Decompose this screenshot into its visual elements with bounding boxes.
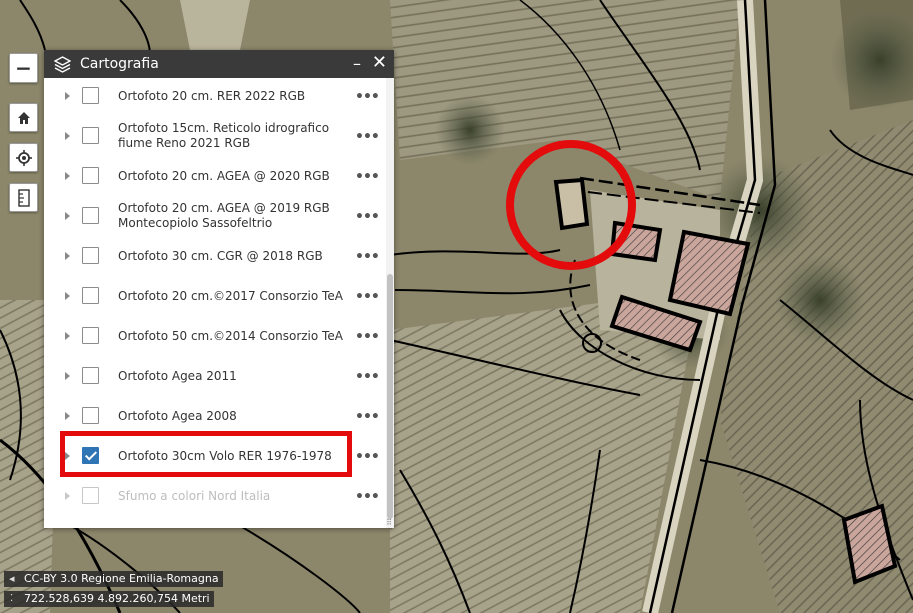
attribution-bar: ◂ CC-BY 3.0 Regione Emilia-Romagna xyxy=(4,571,223,587)
layer-checkbox[interactable] xyxy=(82,87,99,104)
layer-row[interactable]: Ortofoto 50 cm.©2014 Consorzio TeA ••• xyxy=(44,316,386,356)
layer-label: Ortofoto Agea 2011 xyxy=(118,369,237,383)
expand-caret-icon[interactable] xyxy=(65,132,70,140)
layer-options-icon[interactable]: ••• xyxy=(355,289,380,305)
layer-options-icon[interactable]: ••• xyxy=(355,369,380,385)
layer-row[interactable]: Ortofoto 30 cm. CGR @ 2018 RGB ••• xyxy=(44,236,386,276)
layer-row[interactable]: Ortofoto 20 cm.©2017 Consorzio TeA ••• xyxy=(44,276,386,316)
resize-grip-icon[interactable]: ⠿ xyxy=(386,518,392,527)
measure-icon xyxy=(17,188,30,207)
highlight-box-annotation xyxy=(60,431,352,477)
layer-options-icon[interactable]: ••• xyxy=(355,249,380,265)
locate-button[interactable] xyxy=(9,143,38,172)
layer-label: Ortofoto 20 cm. AGEA @ 2020 RGB xyxy=(118,169,330,183)
expand-caret-icon[interactable] xyxy=(65,332,70,340)
layer-label: Ortofoto Agea 2008 xyxy=(118,409,237,423)
layer-label: Ortofoto 15cm. Reticolo idrografico fium… xyxy=(118,121,330,150)
scrollbar[interactable] xyxy=(386,78,394,528)
layer-options-icon[interactable]: ••• xyxy=(355,89,380,105)
layer-checkbox[interactable] xyxy=(82,327,99,344)
layer-label: Ortofoto 20 cm.©2017 Consorzio TeA xyxy=(118,289,343,303)
layer-checkbox[interactable] xyxy=(82,407,99,424)
attribution-text: CC-BY 3.0 Regione Emilia-Romagna xyxy=(24,572,219,585)
layer-row[interactable]: Ortofoto 20 cm. AGEA @ 2020 RGB ••• xyxy=(44,156,386,196)
layer-label: Ortofoto 20 cm. AGEA @ 2019 RGB Montecop… xyxy=(118,201,330,230)
layer-checkbox[interactable] xyxy=(82,247,99,264)
home-button[interactable] xyxy=(9,103,38,132)
layer-options-icon[interactable]: ••• xyxy=(355,409,380,425)
layer-options-icon[interactable]: ••• xyxy=(355,489,380,505)
attribution-toggle-icon[interactable]: ◂ xyxy=(9,571,15,587)
expand-caret-icon[interactable] xyxy=(65,292,70,300)
layer-row[interactable]: Ortofoto 20 cm. AGEA @ 2019 RGB Montecop… xyxy=(44,196,386,236)
panel-title: Cartografia xyxy=(80,56,159,72)
locate-icon xyxy=(15,149,32,166)
layer-checkbox[interactable] xyxy=(82,167,99,184)
layer-options-icon[interactable]: ••• xyxy=(355,209,380,225)
layer-checkbox[interactable] xyxy=(82,367,99,384)
coordinates-text: 722.528,639 4.892.260,754 Metri xyxy=(24,592,210,605)
layer-row[interactable]: Ortofoto Agea 2011 ••• xyxy=(44,356,386,396)
layer-row[interactable]: Sfumo a colori Nord Italia ••• xyxy=(44,476,386,516)
layer-row[interactable]: Ortofoto 15cm. Reticolo idrografico fium… xyxy=(44,116,386,156)
layer-label: Ortofoto 50 cm.©2014 Consorzio TeA xyxy=(118,329,343,343)
expand-caret-icon[interactable] xyxy=(65,172,70,180)
layer-checkbox[interactable] xyxy=(82,487,99,504)
expand-caret-icon[interactable] xyxy=(65,372,70,380)
expand-caret-icon[interactable] xyxy=(65,212,70,220)
layer-checkbox[interactable] xyxy=(82,127,99,144)
layer-label: Ortofoto 20 cm. RER 2022 RGB xyxy=(118,89,306,103)
coordinates-bar: ⁚ 722.528,639 4.892.260,754 Metri xyxy=(4,591,214,607)
expand-caret-icon[interactable] xyxy=(65,92,70,100)
layer-label: Sfumo a colori Nord Italia xyxy=(118,489,271,503)
layer-options-icon[interactable]: ••• xyxy=(355,329,380,345)
home-icon xyxy=(17,111,30,124)
layer-label: Ortofoto 30 cm. CGR @ 2018 RGB xyxy=(118,249,323,263)
expand-caret-icon[interactable] xyxy=(65,492,70,500)
layer-options-icon[interactable]: ••• xyxy=(355,129,380,145)
expand-caret-icon[interactable] xyxy=(65,252,70,260)
layer-row[interactable]: Ortofoto 20 cm. RER 2022 RGB ••• xyxy=(44,78,386,116)
scrollbar-thumb[interactable] xyxy=(387,274,393,519)
minimize-icon[interactable]: – xyxy=(353,54,361,73)
layer-checkbox[interactable] xyxy=(82,207,99,224)
coordinates-icon: ⁚ xyxy=(10,593,14,604)
panel-header[interactable]: Cartografia – ✕ xyxy=(44,50,394,78)
measure-button[interactable] xyxy=(9,183,38,212)
layer-row[interactable]: Ortofoto Agea 2008 ••• xyxy=(44,396,386,436)
layer-options-icon[interactable]: ••• xyxy=(355,449,380,465)
layer-options-icon[interactable]: ••• xyxy=(355,169,380,185)
highlight-circle-annotation xyxy=(506,140,636,270)
zoom-out-button[interactable]: − xyxy=(9,53,38,83)
expand-caret-icon[interactable] xyxy=(65,412,70,420)
close-icon[interactable]: ✕ xyxy=(372,52,387,73)
layers-icon xyxy=(54,55,71,73)
layer-checkbox[interactable] xyxy=(82,287,99,304)
